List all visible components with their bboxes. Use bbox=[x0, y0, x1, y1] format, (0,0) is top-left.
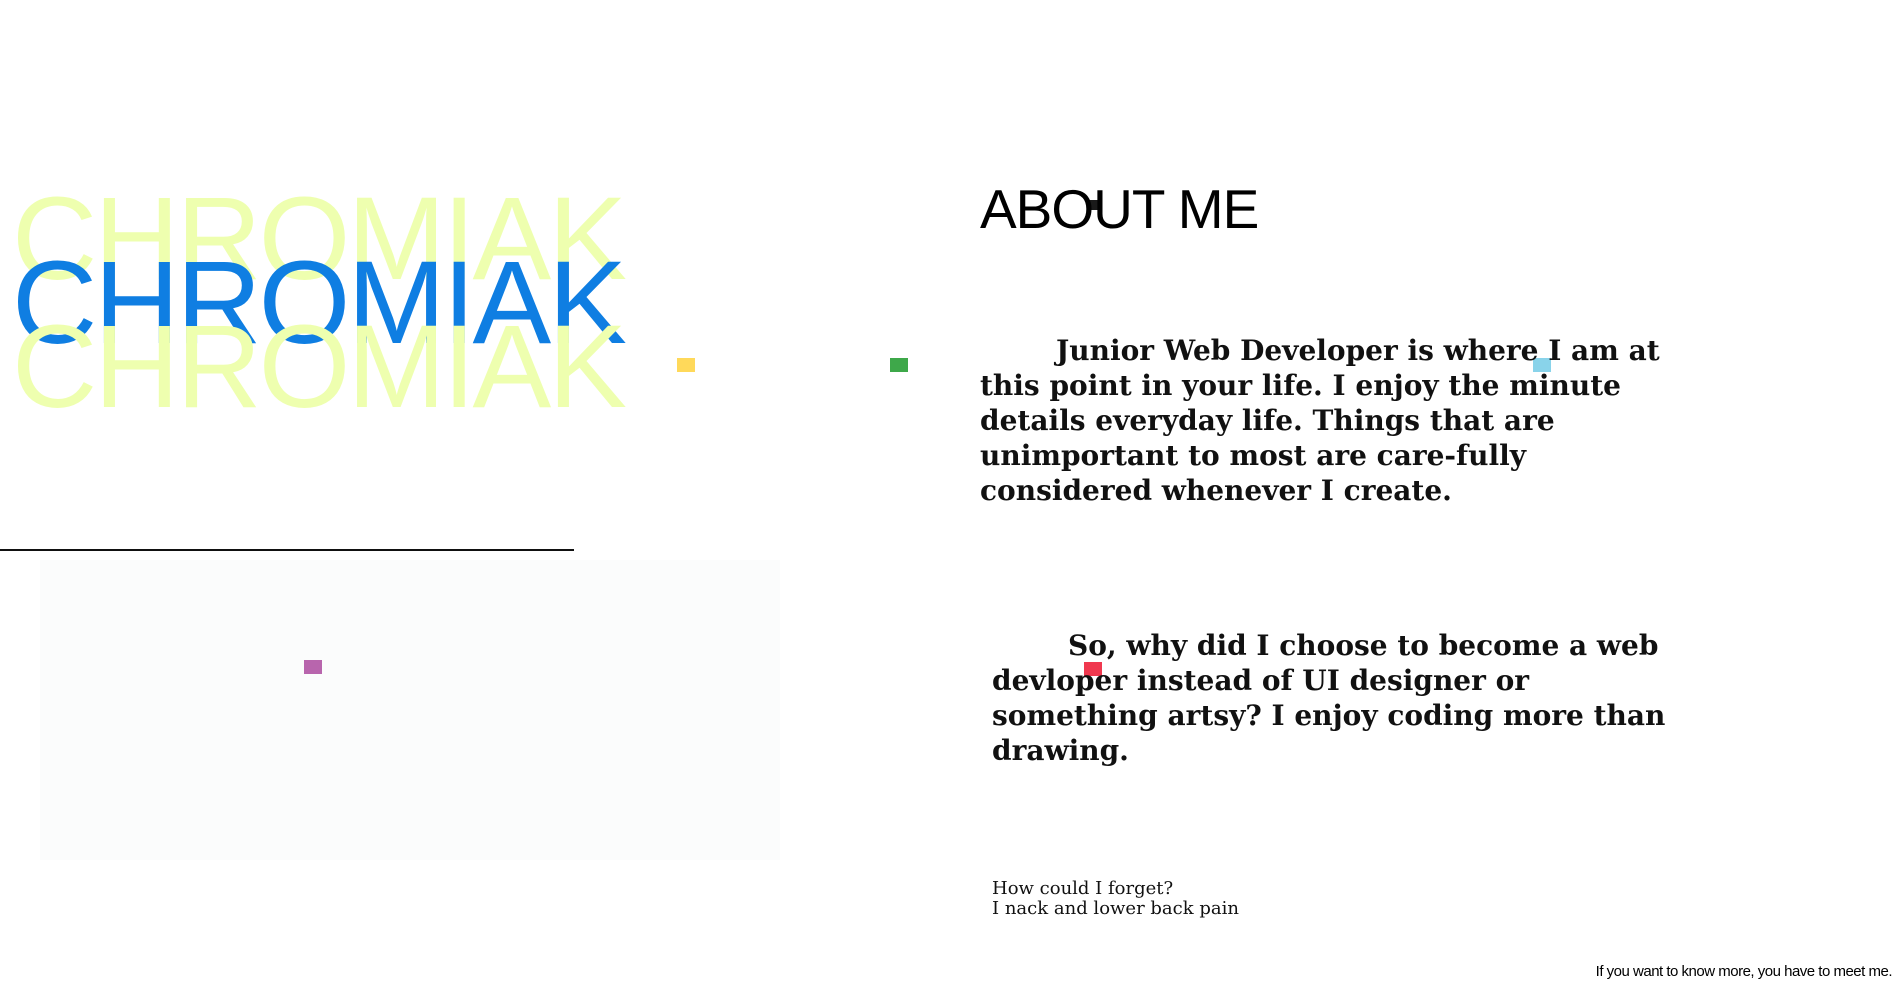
name-shadow-bottom: CHROMIAK bbox=[12, 301, 627, 433]
aside-line-2: I nack and lower back pain bbox=[992, 898, 1239, 919]
footer-note: If you want to know more, you have to me… bbox=[1595, 963, 1893, 980]
background-panel bbox=[40, 560, 780, 860]
yellow-square-accent bbox=[677, 358, 695, 372]
divider-line bbox=[0, 549, 574, 551]
hero-name-block: CHROMIAK CHROMIAK CHROMIAK bbox=[12, 180, 772, 440]
magenta-square-accent bbox=[304, 660, 322, 674]
aside-note: How could I forget? I nack and lower bac… bbox=[992, 879, 1239, 919]
aside-line-1: How could I forget? bbox=[992, 878, 1174, 899]
green-square-accent bbox=[890, 358, 908, 372]
about-title: ABOUT ME bbox=[980, 178, 1259, 240]
about-paragraph-2: So, why did I choose to become a web dev… bbox=[992, 629, 1666, 767]
about-paragraph-1: Junior Web Developer is where I am at th… bbox=[980, 334, 1660, 507]
